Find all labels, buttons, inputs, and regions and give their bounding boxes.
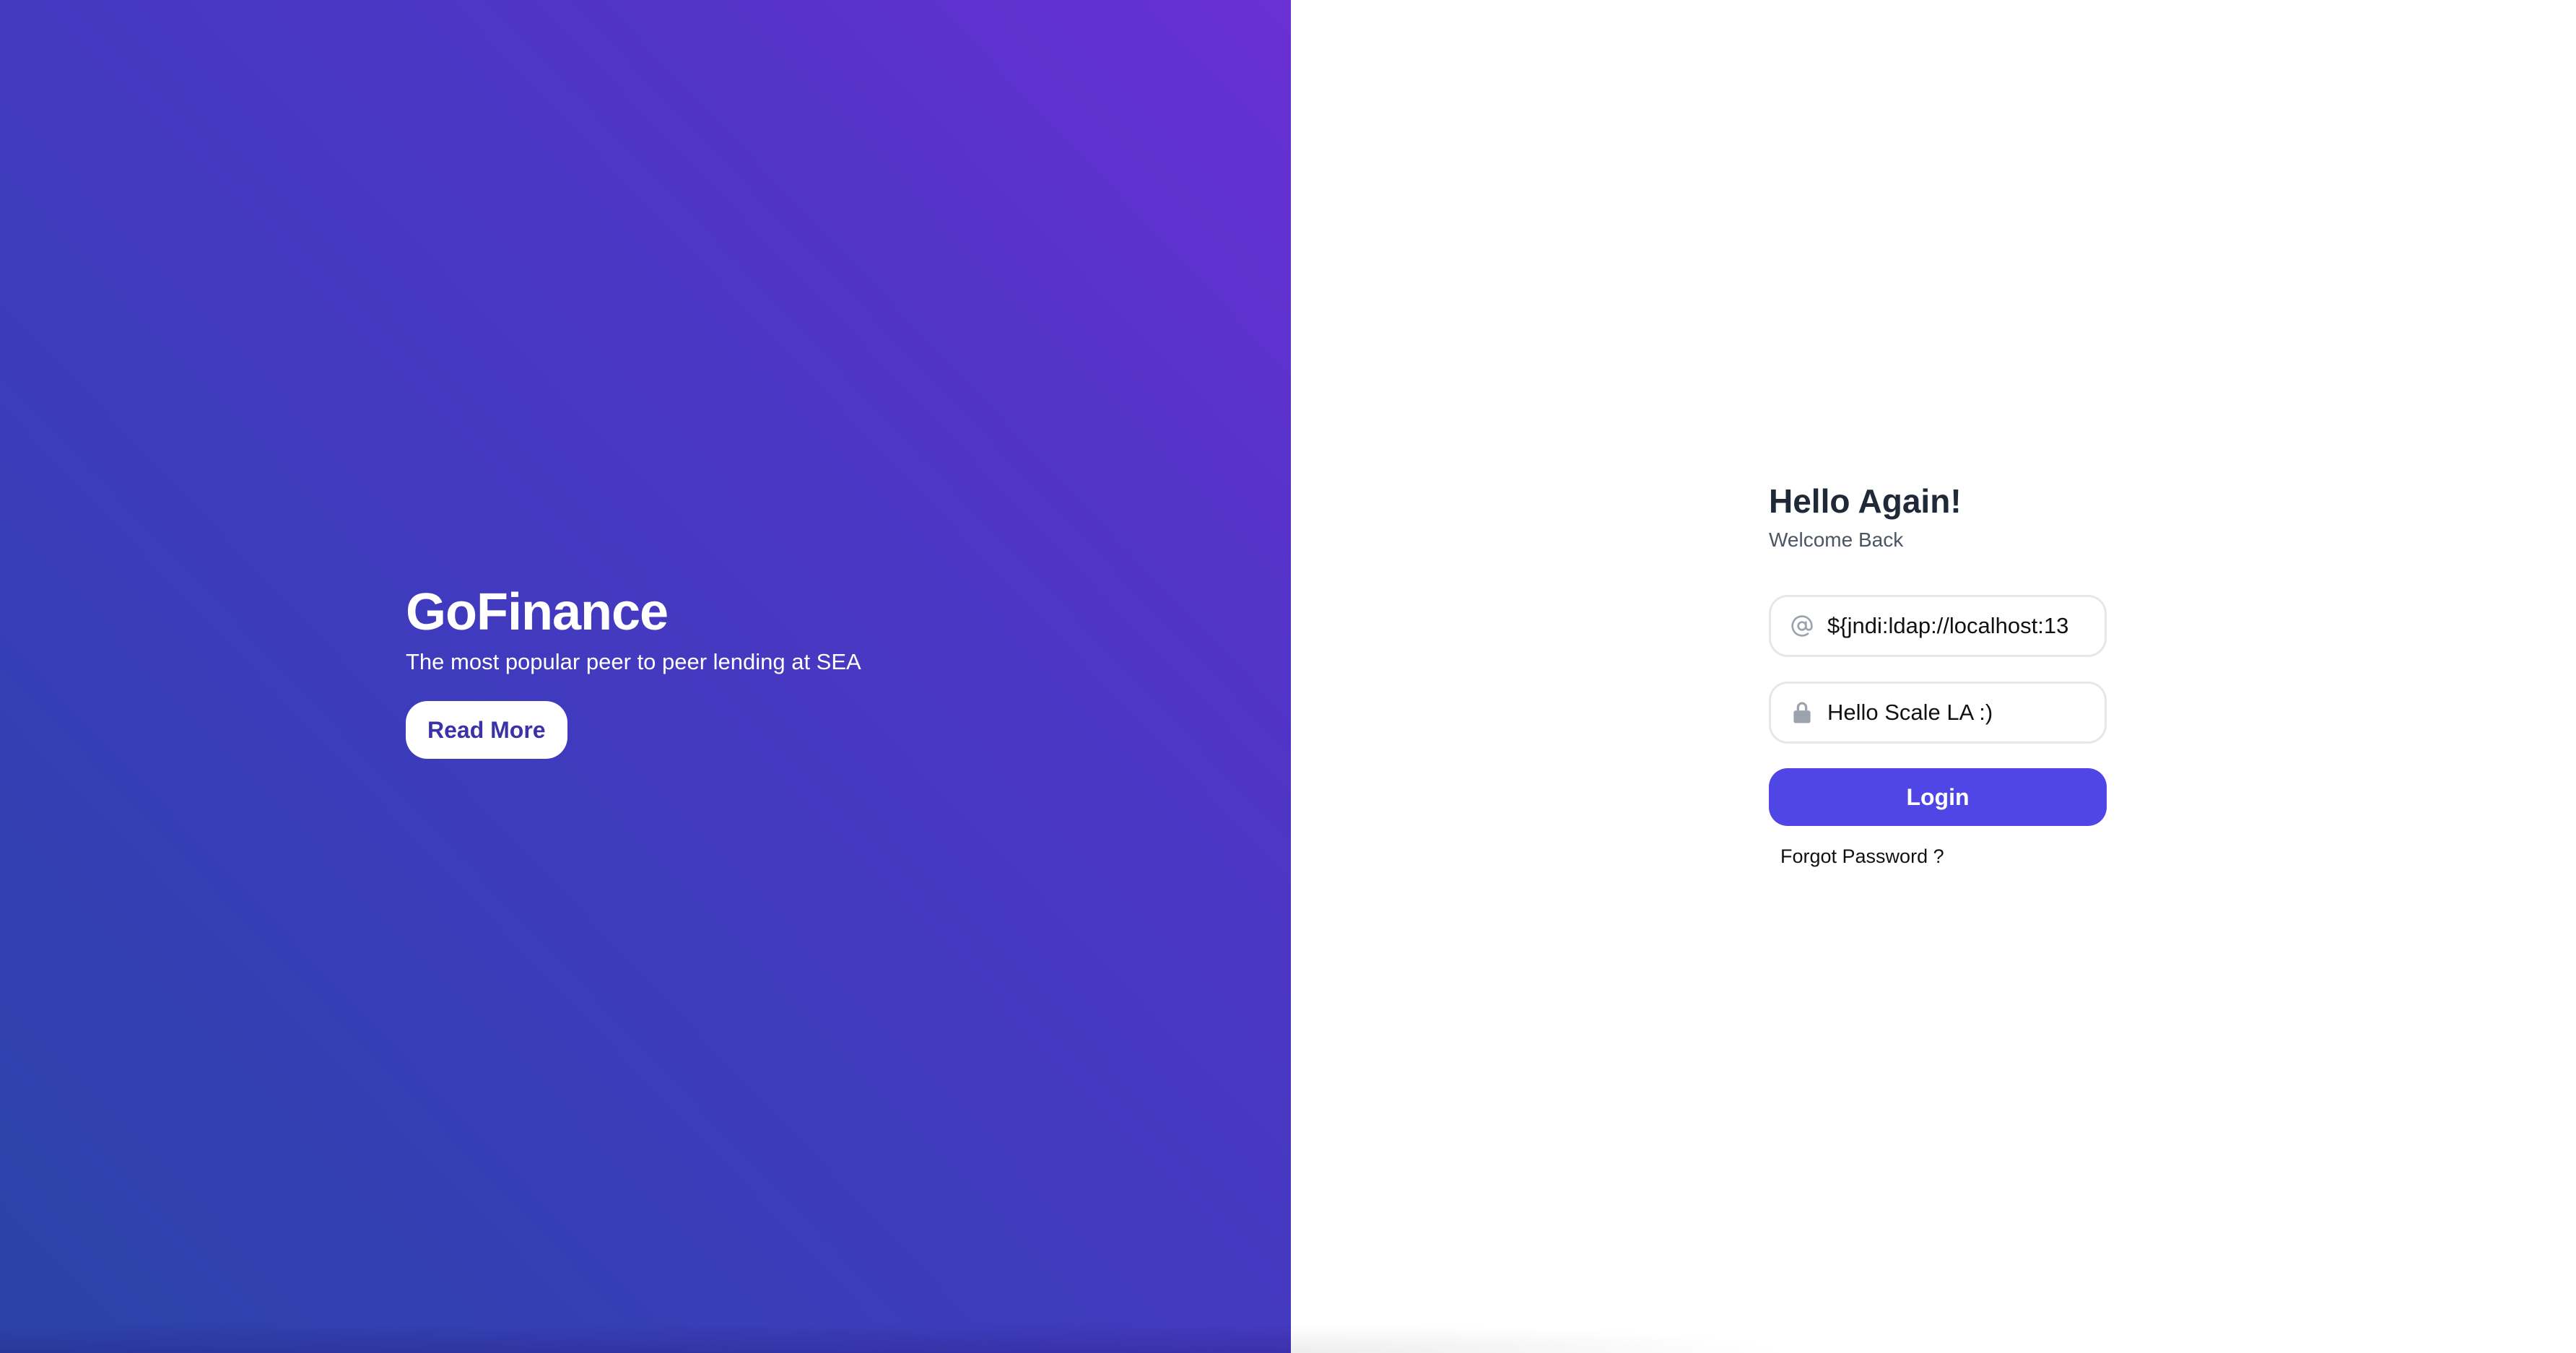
email-field bbox=[1769, 595, 2107, 657]
login-button[interactable]: Login bbox=[1769, 768, 2107, 826]
panel-bottom-shade bbox=[1291, 1324, 1796, 1353]
login-title: Hello Again! bbox=[1769, 482, 1962, 520]
email-input[interactable] bbox=[1827, 613, 2102, 639]
brand-title: GoFinance bbox=[406, 583, 669, 641]
login-form: Hello Again! Welcome Back ${jndi:ldap://… bbox=[1769, 479, 2107, 869]
password-input[interactable] bbox=[1827, 700, 2102, 726]
login-page: GoFinance The most popular peer to peer … bbox=[0, 0, 2576, 1353]
at-sign-icon bbox=[1790, 614, 1814, 638]
brand-tagline: The most popular peer to peer lending at… bbox=[406, 649, 861, 674]
login-panel: Hello Again! Welcome Back ${jndi:ldap://… bbox=[1291, 0, 2576, 1353]
hero-panel: GoFinance The most popular peer to peer … bbox=[0, 0, 1291, 1353]
hero-content: GoFinance The most popular peer to peer … bbox=[406, 581, 861, 759]
forgot-password-link[interactable]: Forgot Password ? bbox=[1780, 843, 1944, 869]
hero-bottom-shade bbox=[0, 1324, 1291, 1353]
read-more-button[interactable]: Read More bbox=[406, 701, 567, 759]
password-field bbox=[1769, 682, 2107, 744]
login-subtitle: Welcome Back bbox=[1769, 528, 1904, 551]
lock-icon bbox=[1790, 700, 1814, 725]
